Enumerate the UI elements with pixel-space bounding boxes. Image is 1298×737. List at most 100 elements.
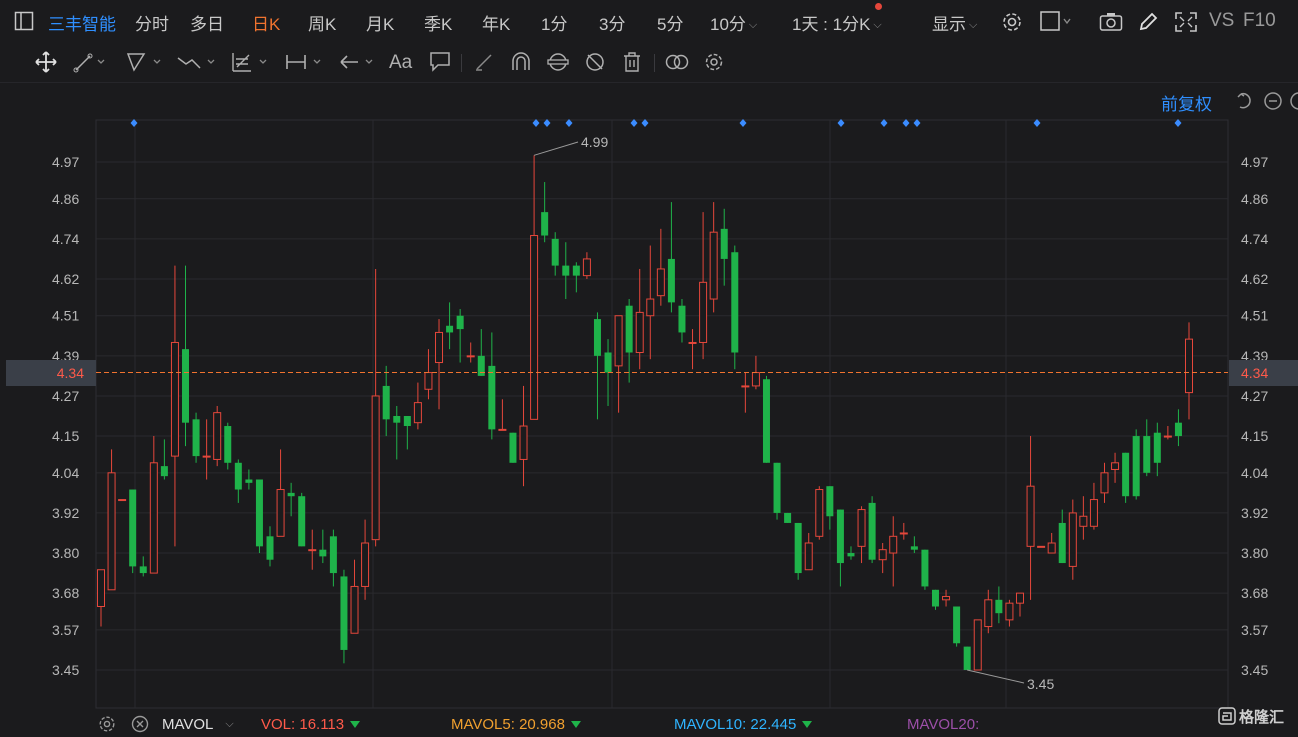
candle-body-up bbox=[350, 585, 359, 634]
display-label: 显示 bbox=[932, 15, 966, 34]
candle-body-up bbox=[709, 231, 718, 300]
tab-fenshi[interactable]: 分时 bbox=[135, 10, 169, 35]
pencil-icon[interactable] bbox=[1137, 11, 1159, 38]
sidebar-toggle-icon[interactable] bbox=[14, 11, 34, 36]
kline-chart-area[interactable]: 4.97 4.97 4.86 4.86 4.74 4.74 4.62 4.62 4.51 4.51… bbox=[0, 82, 1298, 710]
tab-week-k[interactable]: 周K bbox=[308, 10, 336, 35]
fullscreen-icon[interactable] bbox=[1174, 11, 1198, 38]
stock-name[interactable]: 三丰智能 bbox=[48, 10, 116, 35]
candle-body-down bbox=[541, 212, 549, 236]
indicator-name: MAVOL bbox=[162, 716, 214, 733]
candle-body-down bbox=[593, 319, 601, 356]
candle-body-up bbox=[646, 298, 655, 317]
settings-gear-icon[interactable] bbox=[1001, 11, 1023, 38]
top-toolbar: 三丰智能 分时 多日 日K 周K 月K 季K 年K 1分 3分 5分 10分 ⌵ … bbox=[0, 0, 1298, 43]
candle-body-down bbox=[224, 426, 232, 463]
chevron-down-icon: ⌵ bbox=[225, 718, 234, 730]
measure-tool-icon[interactable] bbox=[284, 50, 326, 74]
camera-icon[interactable] bbox=[1099, 12, 1123, 37]
candle-body-down bbox=[1174, 422, 1182, 437]
y-tick-right: 3.92 bbox=[1241, 505, 1268, 521]
draw-settings-gear-icon[interactable] bbox=[701, 50, 727, 74]
y-tick-left: 3.45 bbox=[52, 662, 79, 678]
candle-body-up bbox=[1089, 499, 1098, 527]
tab-1min[interactable]: 1分 bbox=[541, 10, 567, 35]
f10-button[interactable]: F10 bbox=[1243, 10, 1276, 32]
candle-body-up bbox=[107, 472, 116, 591]
vs-button[interactable]: VS bbox=[1209, 10, 1234, 32]
current-price-tag-left: 4.34 bbox=[6, 360, 96, 386]
y-tick-left: 4.04 bbox=[52, 465, 79, 481]
fib-tool-icon[interactable] bbox=[230, 50, 272, 74]
y-tick-left: 4.15 bbox=[52, 428, 79, 444]
candle-body-up bbox=[276, 489, 285, 537]
candle-body-down bbox=[931, 589, 939, 607]
tab-3min[interactable]: 3分 bbox=[599, 10, 625, 35]
tab-10min[interactable]: 10分 ⌵ bbox=[710, 10, 757, 35]
adjust-mode-label[interactable]: 前复权 bbox=[1161, 90, 1212, 115]
candle-body-up bbox=[371, 395, 380, 541]
watermark-logo-icon bbox=[1218, 707, 1236, 729]
tab-5min[interactable]: 5分 bbox=[657, 10, 683, 35]
candle-body-down bbox=[139, 566, 147, 574]
layout-square-dropdown[interactable] bbox=[1040, 11, 1072, 36]
arrow-tool-icon[interactable] bbox=[338, 50, 380, 74]
candle-body-down bbox=[234, 462, 242, 490]
y-tick-right: 3.68 bbox=[1241, 585, 1268, 601]
tab-season-k[interactable]: 季K bbox=[424, 10, 452, 35]
toolbar-divider bbox=[654, 54, 655, 72]
lock-drawing-icon[interactable] bbox=[545, 50, 571, 74]
tab-10min-label: 10分 bbox=[710, 15, 746, 34]
magnet-icon[interactable] bbox=[508, 50, 534, 74]
vol-value-text: VOL: 16.113 bbox=[261, 716, 345, 733]
text-tool-icon[interactable]: Aa bbox=[389, 52, 417, 76]
line-tool-icon[interactable] bbox=[72, 50, 108, 74]
wave-tool-icon[interactable] bbox=[176, 50, 218, 74]
candle-body-down bbox=[604, 352, 612, 373]
brush-tool-icon[interactable] bbox=[472, 50, 498, 74]
candlestick-chart[interactable]: 4.97 4.97 4.86 4.86 4.74 4.74 4.62 4.62 4.51 4.51… bbox=[0, 82, 1298, 710]
candle-body-up bbox=[614, 315, 623, 367]
candle-body-down bbox=[667, 258, 675, 303]
candle-body-up bbox=[741, 385, 750, 388]
indicator-select[interactable]: MAVOL ⌵ bbox=[162, 716, 234, 733]
tab-year-k[interactable]: 年K bbox=[482, 10, 510, 35]
candle-body-up bbox=[973, 619, 982, 671]
tab-month-k[interactable]: 月K bbox=[366, 10, 394, 35]
tab-duori[interactable]: 多日 bbox=[190, 10, 224, 35]
plot-frame bbox=[95, 119, 1229, 709]
y-tick-left: 3.80 bbox=[52, 545, 79, 561]
note-tool-icon[interactable] bbox=[428, 50, 454, 74]
candle-body-down bbox=[298, 496, 306, 547]
trash-icon[interactable] bbox=[619, 50, 645, 74]
move-cross-icon[interactable] bbox=[33, 50, 59, 74]
zoom-out-icon[interactable] bbox=[1263, 91, 1283, 116]
candle-body-up bbox=[899, 532, 908, 535]
candle-body-up bbox=[498, 428, 507, 431]
candle-body-down bbox=[921, 549, 929, 587]
candle-body-down bbox=[446, 325, 454, 333]
y-tick-left: 4.97 bbox=[52, 154, 79, 170]
indicator-settings-gear-icon[interactable] bbox=[98, 715, 116, 737]
compare-circles-icon[interactable] bbox=[664, 50, 690, 74]
display-dropdown[interactable]: 显示 ⌵ bbox=[932, 10, 977, 35]
candle-body-up bbox=[815, 489, 824, 537]
hide-drawing-icon[interactable] bbox=[582, 50, 608, 74]
undo-icon[interactable] bbox=[1235, 91, 1255, 116]
down-arrow-icon bbox=[350, 721, 361, 728]
high-annotation: 4.99 bbox=[581, 134, 608, 150]
indicator-close-icon[interactable] bbox=[131, 715, 149, 737]
candle-body-down bbox=[720, 228, 728, 259]
tab-day-k[interactable]: 日K bbox=[252, 10, 280, 35]
candle-body-down bbox=[625, 305, 633, 353]
candle-body-up bbox=[1037, 545, 1046, 548]
candle-body-up bbox=[889, 535, 898, 554]
zoom-in-icon[interactable] bbox=[1289, 91, 1298, 116]
candle-body-up bbox=[1100, 472, 1109, 494]
current-price-tag-right: 4.34 bbox=[1229, 360, 1298, 386]
y-tick-right: 4.51 bbox=[1241, 308, 1268, 324]
candle-body-down bbox=[245, 479, 253, 483]
channel-tool-icon[interactable] bbox=[124, 50, 164, 74]
candle-body-down bbox=[340, 576, 348, 650]
period-combo-dropdown[interactable]: 1天 : 1分K ⌵ bbox=[792, 10, 882, 35]
